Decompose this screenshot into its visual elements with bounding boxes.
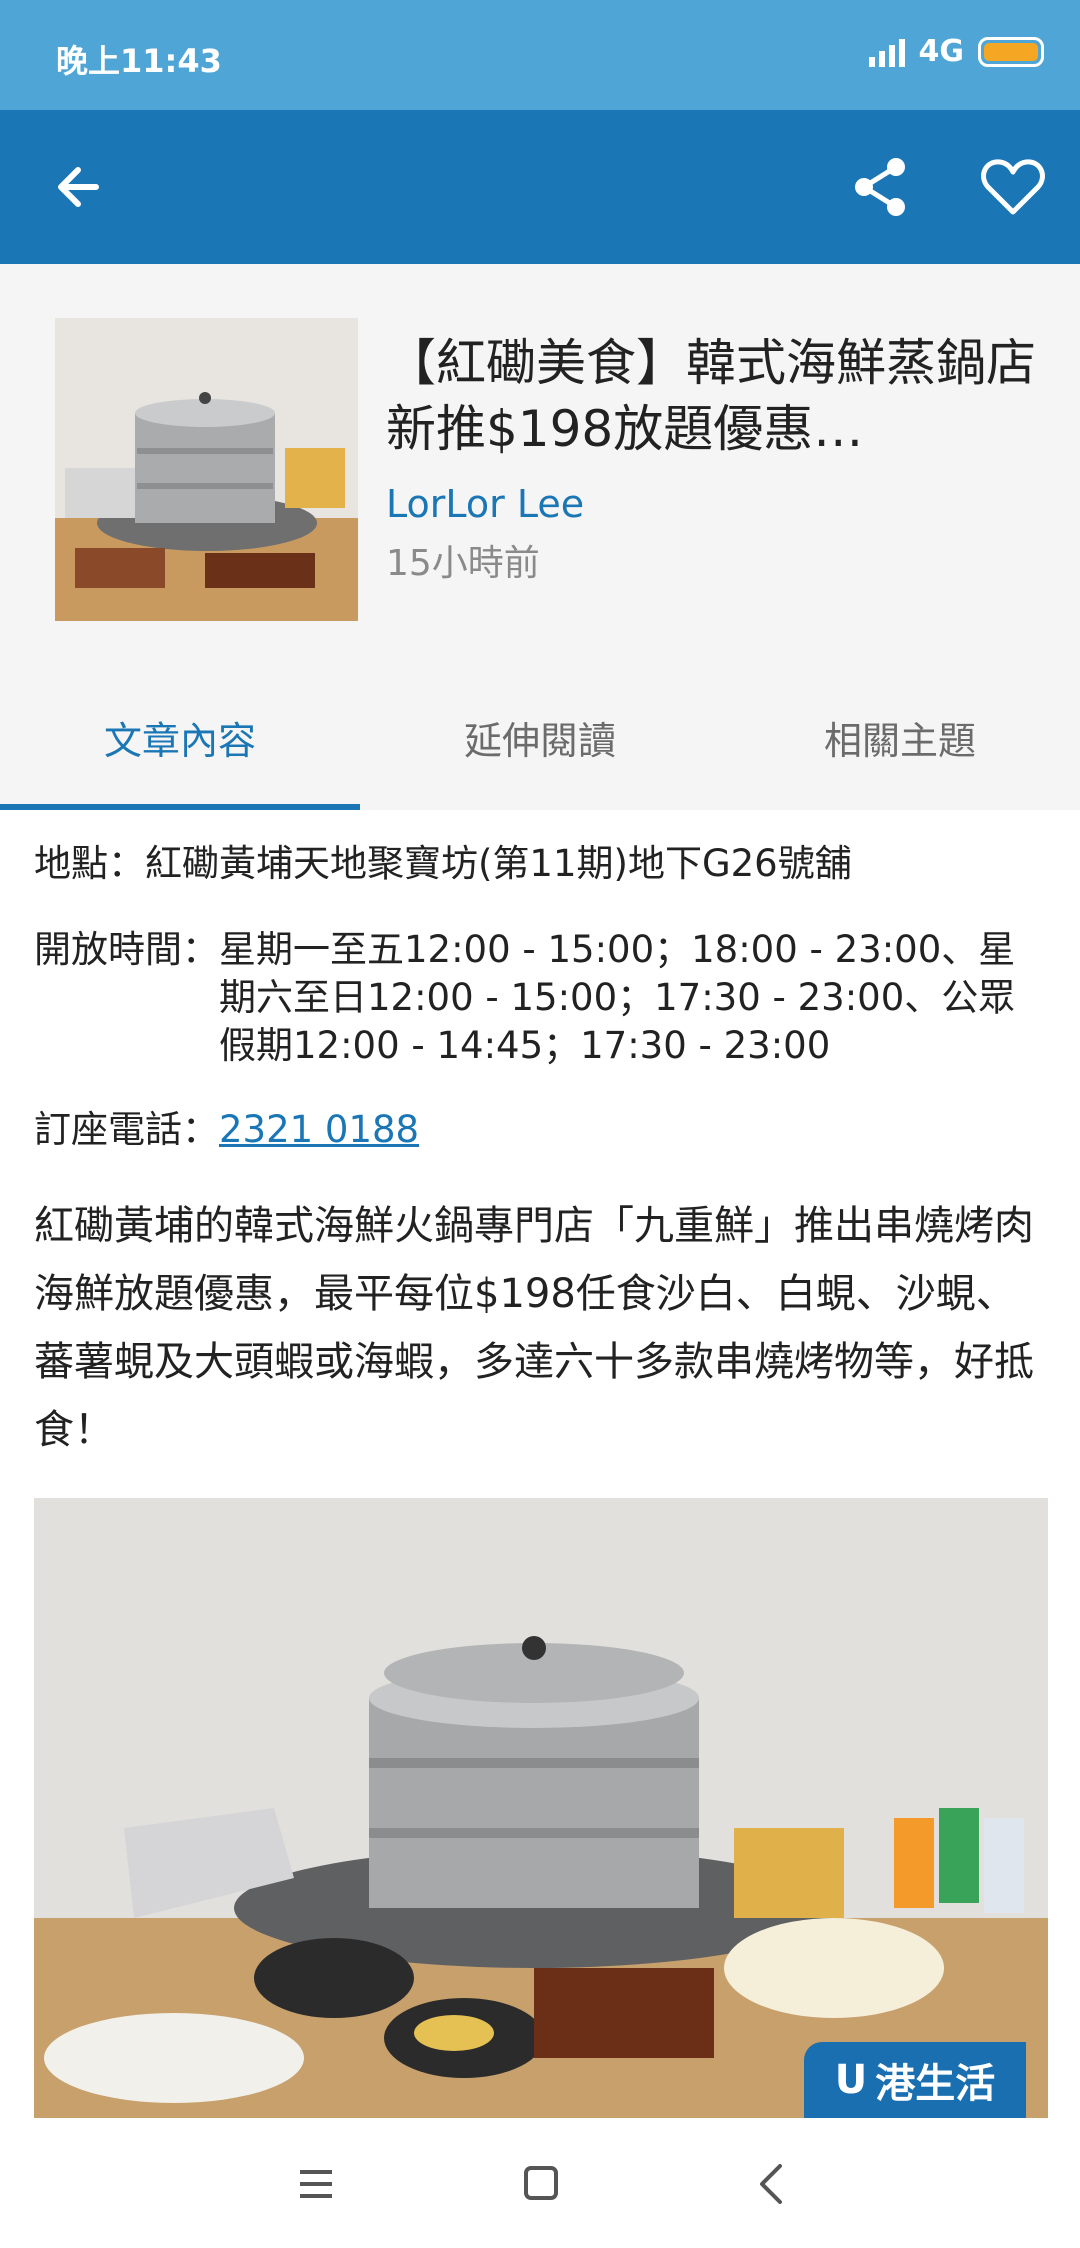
author-link[interactable]: LorLor Lee (386, 482, 584, 526)
tab-further-reading[interactable]: 延伸閱讀 (360, 664, 720, 810)
article-header: 【紅磡美食】韓式海鮮蒸鍋店新推$198放題優惠… LorLor Lee 15小時… (0, 264, 1080, 664)
tab-bar: 文章內容 延伸閱讀 相關主題 (0, 664, 1080, 810)
post-time: 15小時前 (386, 543, 540, 584)
menu-icon (300, 2170, 332, 2198)
app-bar (0, 110, 1080, 264)
hours-row: 開放時間： 星期一至五12:00 - 15:00；18:00 - 23:00、星… (34, 926, 1049, 1070)
status-icons: 4G (868, 34, 1044, 69)
battery-icon (978, 36, 1044, 67)
signal-icon (868, 37, 905, 67)
heart-icon (981, 159, 1045, 215)
status-bar: 晚上11:43 4G (0, 0, 1080, 110)
nav-back-button[interactable] (752, 2162, 792, 2206)
chevron-left-icon (760, 2164, 782, 2204)
hours-label: 開放時間： (34, 928, 219, 971)
article-photo[interactable]: U 港生活 (34, 1498, 1048, 2118)
hours-value: 星期一至五12:00 - 15:00；18:00 - 23:00、星期六至日12… (219, 928, 1016, 1067)
system-nav-bar (0, 2118, 1080, 2248)
share-button[interactable] (846, 152, 916, 222)
location-label: 地點： (34, 842, 145, 885)
watermark-text: 港生活 (875, 2061, 996, 2107)
watermark-logo: U 港生活 (804, 2042, 1026, 2118)
home-button[interactable] (524, 2166, 558, 2200)
phone-link[interactable]: 2321 0188 (219, 1106, 419, 1154)
phone-label: 訂座電話： (34, 1108, 219, 1151)
status-time: 晚上11:43 (56, 42, 222, 80)
article-body: 紅磡黃埔的韓式海鮮火鍋專門店「九重鮮」推出串燒烤肉海鮮放題優惠，最平每位$198… (34, 1203, 1034, 1453)
back-button[interactable] (44, 152, 114, 222)
share-icon (855, 158, 905, 216)
tab-article-content[interactable]: 文章內容 (0, 664, 360, 810)
hotpot-photo (34, 1498, 1048, 2118)
menu-button[interactable] (298, 2168, 338, 2200)
location-value: 紅磡黃埔天地聚寶坊(第11期)地下G26號舖 (145, 842, 852, 885)
favorite-button[interactable] (978, 152, 1048, 222)
location-row: 地點： 紅磡黃埔天地聚寶坊(第11期)地下G26號舖 (34, 840, 852, 888)
phone-row: 訂座電話： 2321 0188 (34, 1106, 419, 1154)
article-thumbnail[interactable] (55, 318, 358, 621)
tab-related-topics[interactable]: 相關主題 (720, 664, 1080, 810)
watermark-letter: U (834, 2057, 868, 2103)
network-type: 4G (918, 34, 965, 69)
thumbnail-image (55, 318, 358, 621)
article-title: 【紅磡美食】韓式海鮮蒸鍋店新推$198放題優惠… (386, 334, 1036, 458)
arrow-left-icon (58, 167, 99, 207)
